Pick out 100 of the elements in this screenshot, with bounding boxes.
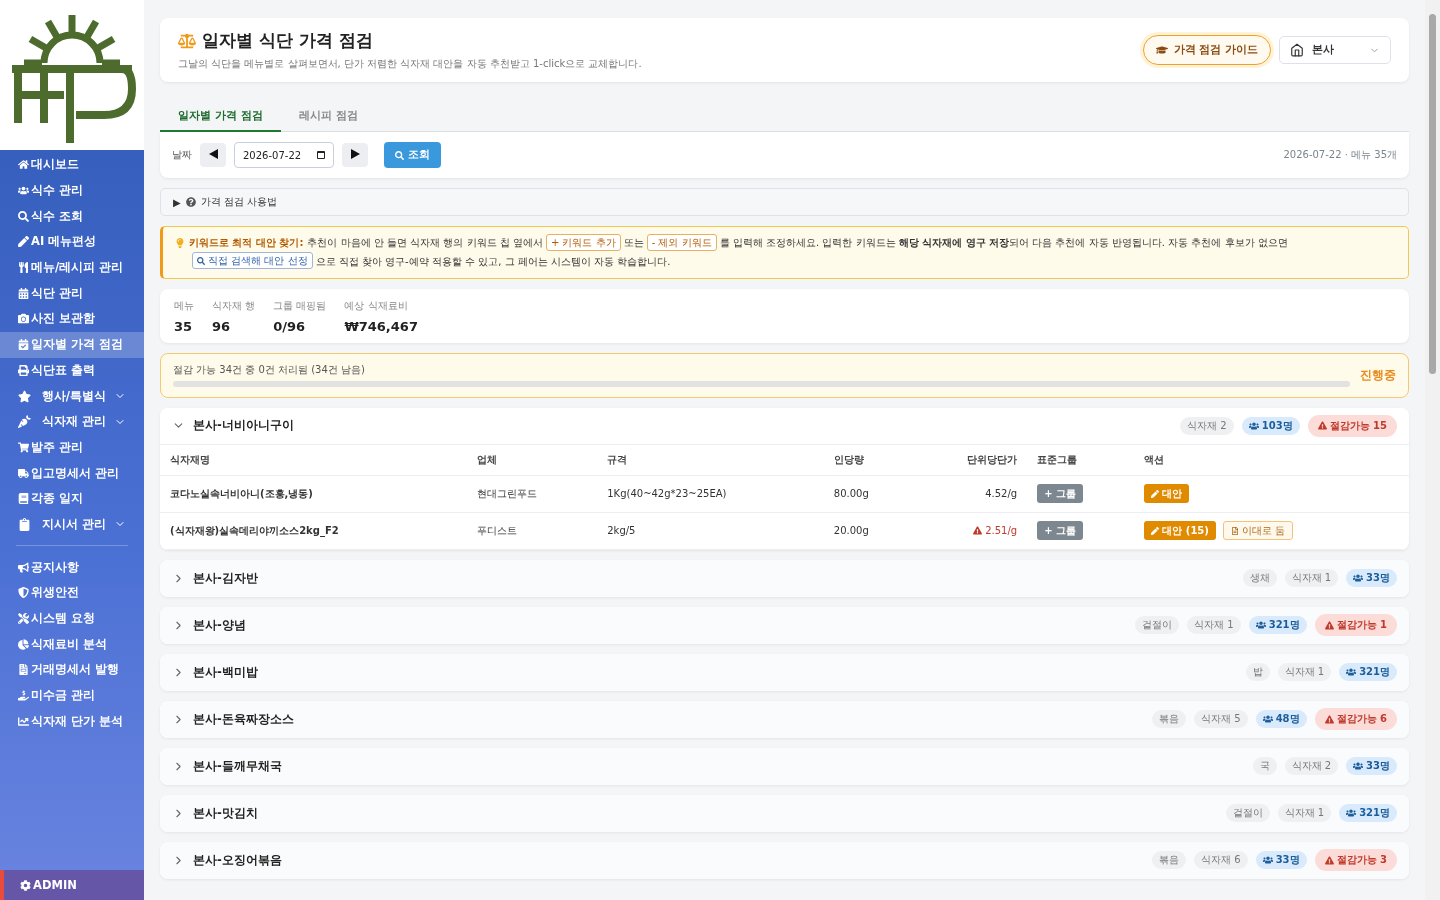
menu-title: 본사-백미밥 bbox=[193, 664, 259, 680]
price-cell: 4.52/g bbox=[913, 475, 1028, 512]
search-icon bbox=[18, 210, 29, 222]
sidebar-item[interactable]: 사진 보관함 bbox=[0, 306, 144, 332]
sidebar-group[interactable]: 식자재 관리 bbox=[0, 408, 144, 435]
tab[interactable]: 레시피 점검 bbox=[280, 100, 376, 132]
price-cell: 2.51/g bbox=[913, 512, 1028, 549]
sidebar-group[interactable]: 행사/특별식 bbox=[0, 383, 144, 409]
line-chart-icon bbox=[18, 715, 29, 727]
sidebar-item[interactable]: 시스템 요청 bbox=[0, 605, 144, 632]
sidebar-item[interactable]: 대시보드 bbox=[0, 152, 144, 178]
menu-title: 본사-양념 bbox=[193, 617, 247, 633]
count-badge: 식자재 1 bbox=[1284, 569, 1339, 587]
usage-guide-toggle[interactable]: ▶ 가격 점검 사용법 bbox=[160, 188, 1409, 216]
sidebar-item[interactable]: 미수금 관리 bbox=[0, 682, 144, 709]
search-button[interactable]: 조회 bbox=[384, 142, 441, 168]
menu-header[interactable]: 본사-돈육짜장소스 볶음 식자재 5 48명 절감가능 6 bbox=[160, 700, 1409, 738]
clipboard-icon bbox=[18, 517, 31, 531]
count-badge: 식자재 2 bbox=[1284, 757, 1339, 775]
add-group-button[interactable]: + 그룹 bbox=[1037, 484, 1084, 503]
graduation-cap-icon bbox=[1155, 44, 1168, 56]
guide-button[interactable]: 가격 점검 가이드 bbox=[1142, 35, 1271, 65]
menu-title: 본사-들깨무채국 bbox=[193, 758, 283, 774]
menu-header[interactable]: 본사-오징어볶음 볶음 식자재 6 33명 절감가능 3 bbox=[160, 841, 1409, 879]
category-tag: 생채 bbox=[1242, 569, 1277, 587]
column-header: 규격 bbox=[597, 444, 824, 475]
date-field[interactable]: 2026-07-22 bbox=[234, 142, 334, 168]
search-icon bbox=[197, 256, 205, 265]
truck-icon bbox=[18, 467, 29, 479]
site-select[interactable]: 본사 bbox=[1279, 36, 1391, 64]
stat-value: 35 bbox=[174, 318, 194, 334]
tip-text: 키워드로 최적 대안 찾기: 추천이 마음에 안 들면 식자재 행의 키워드 칩 옆에서 + 키워드 추가 또는 - 제외 키워드 를 입력해 조정하세요. 입력한 키워드는 해당 식자재에 영구 저장되어 다음 추천에 자동 반영됩니다. 자동 추천에 후보가 없으면 직접 검색해 대안 선정 으로 직접 찾아 영구-예약 적용할 수 있고, 그 페어는 시스템이 자동 학습합니다. bbox=[189, 234, 1396, 271]
sidebar-item[interactable]: 발주 관리 bbox=[0, 434, 144, 461]
sidebar-item[interactable]: 식자재 단가 분석 bbox=[0, 708, 144, 735]
lightbulb-icon bbox=[175, 238, 185, 248]
previous-day-button[interactable] bbox=[200, 143, 226, 167]
megaphone-icon bbox=[18, 561, 29, 573]
column-header: 인당량 bbox=[823, 444, 914, 475]
sidebar-item[interactable]: 식단 관리 bbox=[0, 280, 144, 307]
camera-icon bbox=[18, 313, 29, 325]
sidebar-item[interactable]: 입고명세서 관리 bbox=[0, 460, 144, 486]
alternative-button[interactable]: 대안 bbox=[1144, 484, 1190, 503]
column-header: 업체 bbox=[467, 444, 598, 475]
menu-header[interactable]: 본사-김자반 생채 식자재 1 33명 bbox=[160, 559, 1409, 597]
people-badge: 33명 bbox=[1255, 851, 1307, 869]
search-icon bbox=[395, 150, 404, 160]
menu-header[interactable]: 본사-맛김치 겉절이 식자재 1 321명 bbox=[160, 794, 1409, 832]
warning-icon bbox=[1317, 421, 1327, 430]
scrollbar[interactable] bbox=[1425, 0, 1440, 900]
sidebar-item[interactable]: 공지사항 bbox=[0, 554, 144, 580]
menu-header[interactable]: 본사-양념 겉절이 식자재 1 321명 절감가능 1 bbox=[160, 606, 1409, 644]
table-cell: 코다노실속너비아니(조흥,냉동) bbox=[160, 475, 468, 512]
sidebar-item[interactable]: 식수 조회 bbox=[0, 203, 144, 230]
cart-icon bbox=[18, 441, 29, 453]
table-cell: (식자재왕)실속데리야끼소스2kg_F2 bbox=[160, 512, 468, 549]
sidebar-item[interactable]: 거래명세서 발행 bbox=[0, 657, 144, 683]
sidebar-item[interactable]: 각종 일지 bbox=[0, 485, 144, 512]
saving-badge: 절감가능 3 bbox=[1314, 849, 1397, 871]
progress-text: 절감 가능 34건 중 0건 처리됨 (34건 남음) bbox=[173, 363, 366, 377]
menu-header[interactable]: 본사-백미밥 밥 식자재 1 321명 bbox=[160, 653, 1409, 691]
sidebar-item[interactable]: 위생안전 bbox=[0, 580, 144, 606]
sidebar-item[interactable]: 메뉴/레시피 관리 bbox=[0, 254, 144, 281]
saving-badge: 절감가능 15 bbox=[1307, 414, 1397, 437]
menu-title: 본사-오징어볶음 bbox=[193, 852, 283, 868]
menu-header[interactable]: 본사-너비아니구이 식자재 2 103명 절감가능 15 bbox=[160, 407, 1409, 445]
pen-icon bbox=[1151, 526, 1160, 535]
calendar-icon bbox=[18, 287, 29, 299]
menu-header[interactable]: 본사-들깨무채국 국 식자재 2 33명 bbox=[160, 747, 1409, 785]
alternative-button[interactable]: 대안 (15) bbox=[1144, 521, 1216, 540]
sidebar-item[interactable]: 일자별 가격 점검 bbox=[0, 331, 144, 358]
table-cell: 현대그린푸드 bbox=[467, 475, 598, 512]
keep-button[interactable]: 이대로 둠 bbox=[1222, 521, 1294, 540]
add-group-button[interactable]: + 그룹 bbox=[1037, 521, 1084, 540]
calendar-check-icon bbox=[18, 339, 29, 351]
users-icon bbox=[1248, 420, 1259, 431]
sidebar-item[interactable]: 식재료비 분석 bbox=[0, 631, 144, 658]
sidebar-item[interactable]: 식수 관리 bbox=[0, 177, 144, 204]
warning-icon bbox=[1324, 620, 1334, 630]
sidebar-item[interactable]: AI 메뉴편성 bbox=[0, 229, 144, 255]
table-cell: 2kg/5 bbox=[597, 512, 824, 549]
users-icon bbox=[1353, 573, 1364, 583]
count-badge: 식자재 1 bbox=[1277, 663, 1332, 681]
column-header: 액션 bbox=[1134, 444, 1409, 475]
hand-coin-icon bbox=[18, 690, 29, 702]
sidebar-item[interactable]: 식단표 출력 bbox=[0, 357, 144, 384]
users-icon bbox=[1353, 761, 1364, 771]
admin-link[interactable]: ADMIN bbox=[0, 870, 144, 900]
category-tag: 겉절이 bbox=[1225, 804, 1270, 822]
next-day-button[interactable] bbox=[342, 143, 368, 167]
users-icon bbox=[1255, 620, 1266, 630]
users-icon bbox=[1346, 667, 1357, 677]
calendar-icon bbox=[317, 151, 325, 159]
users-icon bbox=[1262, 714, 1273, 724]
users-icon bbox=[1262, 855, 1273, 865]
column-header: 식자재명 bbox=[160, 444, 468, 475]
sidebar-group[interactable]: 지시서 관리 bbox=[0, 511, 144, 538]
count-badge: 식자재 2 bbox=[1180, 416, 1234, 435]
category-tag: 볶음 bbox=[1152, 710, 1187, 728]
count-badge: 식자재 6 bbox=[1194, 851, 1248, 869]
carrot-icon bbox=[18, 415, 31, 429]
